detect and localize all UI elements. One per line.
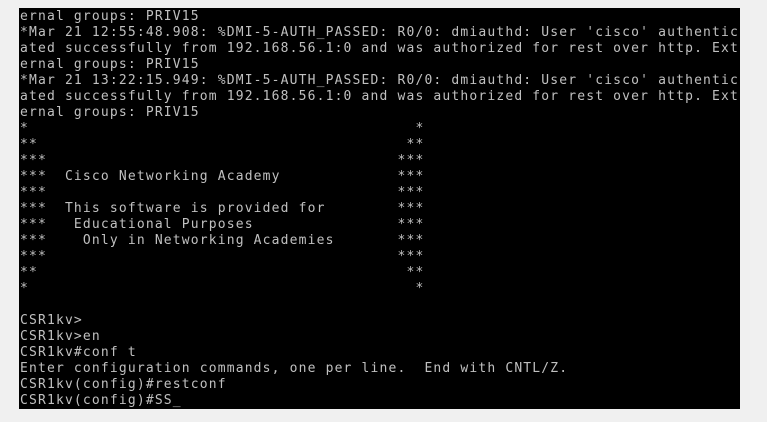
terminal-line: ated successfully from 192.168.56.1:0 an… — [20, 89, 740, 104]
cursor: _ — [172, 393, 182, 408]
banner-line: *** *** — [20, 249, 425, 264]
current-input-line[interactable]: CSR1kv(config)#SS_ — [20, 393, 739, 409]
banner-line: *** *** — [20, 153, 425, 168]
banner-line: *** Educational Purposes *** — [20, 217, 425, 232]
terminal-line: ernal groups: PRIV15 — [20, 57, 200, 72]
terminal-output: ernal groups: PRIV15 *Mar 21 12:55:48.90… — [20, 9, 739, 409]
terminal-line: *Mar 21 13:22:15.949: %DMI-5-AUTH_PASSED… — [20, 73, 740, 88]
prompt-line: CSR1kv(config)#restconf — [20, 377, 227, 392]
terminal-console[interactable]: ernal groups: PRIV15 *Mar 21 12:55:48.90… — [19, 8, 740, 409]
banner-line: *** This software is provided for *** — [20, 201, 425, 216]
current-input-text: CSR1kv(config)#SS — [20, 393, 173, 408]
banner-line: * * — [20, 281, 425, 296]
prompt-line: CSR1kv>en — [20, 329, 101, 344]
terminal-line: Enter configuration commands, one per li… — [20, 361, 569, 376]
prompt-line: CSR1kv#conf t — [20, 345, 137, 360]
prompt-line: CSR1kv> — [20, 313, 83, 328]
banner-line: *** Only in Networking Academies *** — [20, 233, 425, 248]
window-frame: ernal groups: PRIV15 *Mar 21 12:55:48.90… — [0, 0, 767, 422]
terminal-line: ernal groups: PRIV15 — [20, 105, 200, 120]
banner-title-line: *** Cisco Networking Academy *** — [20, 169, 425, 184]
terminal-line: ernal groups: PRIV15 — [20, 9, 200, 24]
terminal-line: *Mar 21 12:55:48.908: %DMI-5-AUTH_PASSED… — [20, 25, 740, 40]
banner-line: *** *** — [20, 185, 425, 200]
banner-line: ** ** — [20, 265, 425, 280]
banner-line: ** ** — [20, 137, 425, 152]
banner-line: * * — [20, 121, 425, 136]
terminal-line: ated successfully from 192.168.56.1:0 an… — [20, 41, 740, 56]
